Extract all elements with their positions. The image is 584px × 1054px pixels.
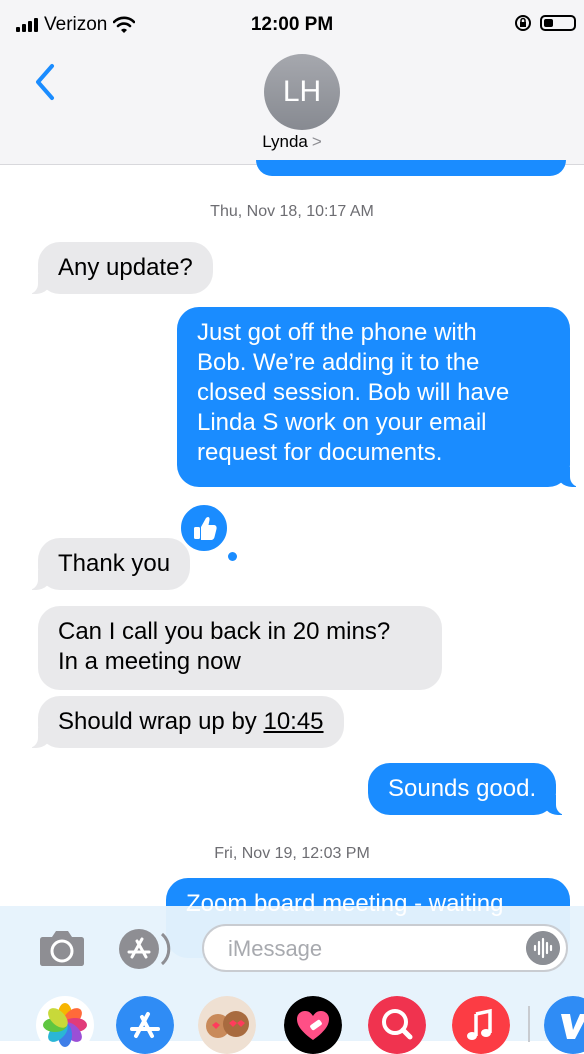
- timestamp: Thu, Nov 18, 10:17 AM: [210, 203, 374, 220]
- battery-icon: [540, 15, 576, 31]
- app-store-icon[interactable]: [116, 996, 174, 1054]
- thumbs-up-icon: [194, 516, 217, 540]
- status-bar: Verizon 12:00 PM: [0, 0, 584, 52]
- venmo-icon[interactable]: [544, 996, 584, 1054]
- app-store-icon[interactable]: [118, 928, 176, 970]
- search-icon[interactable]: [368, 996, 426, 1054]
- message-text: Zoom board meeting - waiting: [186, 890, 504, 917]
- orientation-lock-icon: [515, 15, 531, 31]
- photos-icon[interactable]: [36, 996, 94, 1054]
- music-icon[interactable]: [452, 996, 510, 1054]
- back-chevron-icon[interactable]: [30, 62, 66, 102]
- message-text: Just got off the phone with Bob. We’re a…: [197, 319, 510, 466]
- outgoing-message[interactable]: Sounds good.: [368, 763, 567, 815]
- timestamp: Fri, Nov 19, 12:03 PM: [214, 845, 370, 862]
- audio-waveform-icon[interactable]: [526, 931, 560, 965]
- app-drawer: [0, 988, 584, 1054]
- tapback-tail: [228, 552, 237, 561]
- message-text: Thank you: [58, 550, 171, 577]
- message-text: Should wrap up by 10:45: [58, 708, 324, 735]
- conversation-header: LH Lynda >: [0, 52, 584, 165]
- clock: 12:00 PM: [250, 14, 334, 35]
- contact-name: Lynda: [262, 132, 308, 151]
- contact-name-button[interactable]: Lynda >: [0, 132, 584, 152]
- previous-message-peek: [256, 160, 566, 176]
- camera-icon[interactable]: [38, 928, 86, 968]
- dock-separator: [528, 1006, 530, 1042]
- incoming-message[interactable]: Any update?: [28, 242, 213, 294]
- incoming-message[interactable]: Can I call you back in 20 mins? In a mee…: [38, 606, 442, 690]
- message-input-placeholder: iMessage: [228, 936, 323, 961]
- message-text: Sounds good.: [388, 775, 537, 802]
- memoji-icon[interactable]: [198, 996, 256, 1054]
- contact-chevron: >: [311, 132, 322, 151]
- outgoing-message[interactable]: Just got off the phone with Bob. We’re a…: [177, 307, 580, 487]
- message-text-prefix: Should wrap up by: [58, 708, 264, 735]
- message-input[interactable]: iMessage: [202, 924, 568, 972]
- time-link[interactable]: 10:45: [263, 708, 323, 735]
- message-text: Any update?: [58, 254, 193, 281]
- avatar[interactable]: LH: [264, 54, 340, 130]
- message-text: Can I call you back in 20 mins? In a mee…: [58, 618, 391, 675]
- composer-bar: iMessage: [0, 906, 584, 1054]
- incoming-message[interactable]: Thank you: [27, 538, 191, 590]
- heart-icon[interactable]: [284, 996, 342, 1054]
- incoming-message[interactable]: Should wrap up by 10:45: [28, 696, 344, 748]
